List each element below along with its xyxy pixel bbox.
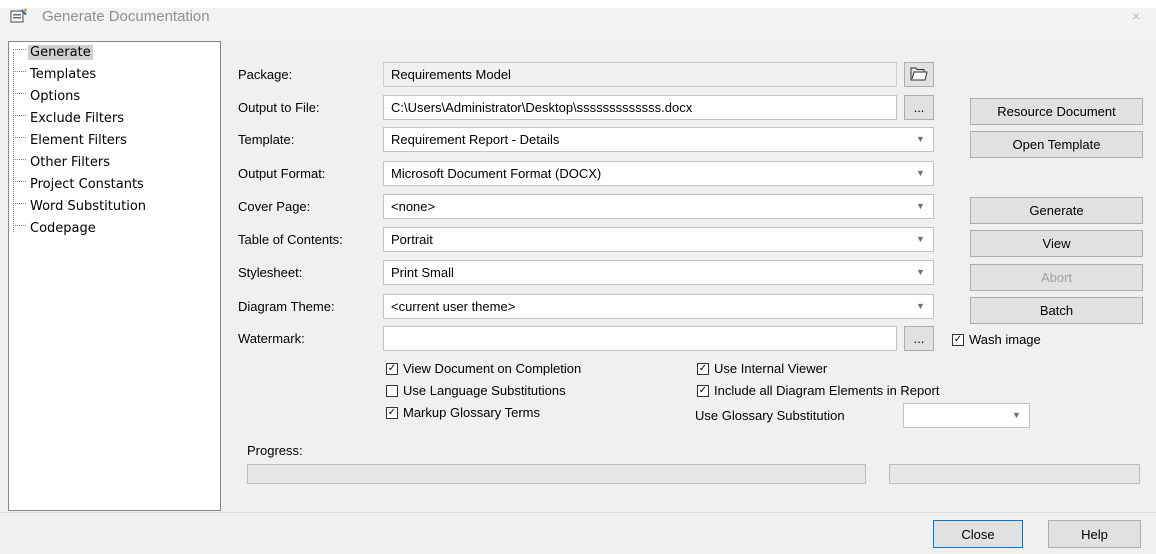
stylesheet-combo[interactable]: Print Small ▼: [383, 260, 934, 285]
checkbox-checked-icon: ✓: [952, 333, 964, 346]
stylesheet-label: Stylesheet:: [238, 265, 303, 280]
tree-item-other-filters[interactable]: Other Filters: [13, 153, 112, 173]
tree-item-project-constants[interactable]: Project Constants: [13, 175, 146, 195]
footer-divider: [0, 512, 1156, 513]
toc-value: Portrait: [391, 232, 433, 247]
tree-item-generate[interactable]: Generate: [13, 43, 93, 63]
chevron-down-icon[interactable]: ▼: [908, 128, 933, 151]
progress-label: Progress:: [247, 443, 303, 458]
close-button[interactable]: Close: [933, 520, 1023, 548]
toc-combo[interactable]: Portrait ▼: [383, 227, 934, 252]
tree-item-element-filters[interactable]: Element Filters: [13, 131, 129, 151]
wizard-icon: [10, 8, 28, 24]
checkbox-checked-icon: ✓: [697, 384, 709, 397]
output-format-value: Microsoft Document Format (DOCX): [391, 166, 602, 181]
watermark-label: Watermark:: [238, 331, 305, 346]
package-label: Package:: [238, 67, 293, 82]
output-format-label: Output Format:: [238, 166, 326, 181]
checkbox-checked-icon: ✓: [697, 362, 709, 375]
internal-viewer-checkbox[interactable]: ✓ Use Internal Viewer: [697, 361, 827, 376]
chevron-down-icon[interactable]: ▼: [1004, 404, 1029, 427]
cover-page-value: <none>: [391, 199, 436, 214]
include-diagram-elements-label: Include all Diagram Elements in Report: [714, 383, 940, 398]
batch-button[interactable]: Batch: [970, 297, 1143, 324]
diagram-theme-label: Diagram Theme:: [238, 299, 335, 314]
view-document-label: View Document on Completion: [403, 361, 582, 376]
diagram-theme-value: <current user theme>: [391, 299, 516, 314]
chevron-down-icon[interactable]: ▼: [908, 228, 933, 251]
template-combo[interactable]: Requirement Report - Details ▼: [383, 127, 934, 152]
chevron-down-icon[interactable]: ▼: [908, 295, 933, 318]
language-substitutions-checkbox[interactable]: Use Language Substitutions: [386, 383, 566, 398]
package-field: Requirements Model: [383, 62, 897, 87]
chevron-down-icon[interactable]: ▼: [908, 195, 933, 218]
tree-item-codepage[interactable]: Codepage: [13, 219, 98, 239]
markup-glossary-label: Markup Glossary Terms: [403, 405, 541, 420]
view-button[interactable]: View: [970, 230, 1143, 257]
checkbox-unchecked-icon: [386, 384, 398, 397]
browse-package-button[interactable]: [904, 62, 934, 87]
resource-document-button[interactable]: Resource Document: [970, 98, 1143, 125]
view-document-checkbox[interactable]: ✓ View Document on Completion: [386, 361, 581, 376]
wash-image-label: Wash image: [969, 332, 1041, 347]
tree-item-word-substitution[interactable]: Word Substitution: [13, 197, 148, 217]
language-substitutions-label: Use Language Substitutions: [403, 383, 566, 398]
include-diagram-elements-checkbox[interactable]: ✓ Include all Diagram Elements in Report: [697, 383, 939, 398]
tree-item-options[interactable]: Options: [13, 87, 82, 107]
abort-button[interactable]: Abort: [970, 264, 1143, 291]
window-title: Generate Documentation: [42, 8, 210, 25]
open-template-button[interactable]: Open Template: [970, 131, 1143, 158]
help-button[interactable]: Help: [1048, 520, 1141, 548]
cover-page-combo[interactable]: <none> ▼: [383, 194, 934, 219]
progress-bar: [247, 464, 866, 484]
output-format-combo[interactable]: Microsoft Document Format (DOCX) ▼: [383, 161, 934, 186]
progress-bar-secondary: [889, 464, 1140, 484]
watermark-input[interactable]: [383, 326, 897, 351]
template-label: Template:: [238, 132, 295, 147]
output-file-input[interactable]: C:\Users\Administrator\Desktop\sssssssss…: [383, 95, 897, 120]
browse-watermark-button[interactable]: ...: [904, 326, 934, 351]
output-file-label: Output to File:: [238, 100, 320, 115]
chevron-down-icon[interactable]: ▼: [908, 162, 933, 185]
template-value: Requirement Report - Details: [391, 132, 560, 147]
navigation-tree[interactable]: Generate Templates Options Exclude Filte…: [8, 41, 221, 511]
checkbox-checked-icon: ✓: [386, 406, 398, 419]
generate-button[interactable]: Generate: [970, 197, 1143, 224]
close-icon[interactable]: ×: [1132, 8, 1140, 24]
folder-icon: [910, 66, 928, 84]
glossary-substitution-combo[interactable]: ▼: [903, 403, 1030, 428]
wash-image-checkbox[interactable]: ✓ Wash image: [952, 332, 1041, 347]
checkbox-checked-icon: ✓: [386, 362, 398, 375]
diagram-theme-combo[interactable]: <current user theme> ▼: [383, 294, 934, 319]
chevron-down-icon[interactable]: ▼: [908, 261, 933, 284]
markup-glossary-checkbox[interactable]: ✓ Markup Glossary Terms: [386, 405, 540, 420]
stylesheet-value: Print Small: [391, 265, 454, 280]
glossary-substitution-label: Use Glossary Substitution: [695, 408, 845, 423]
tree-item-exclude-filters[interactable]: Exclude Filters: [13, 109, 126, 129]
browse-output-file-button[interactable]: ...: [904, 95, 934, 120]
tree-item-templates[interactable]: Templates: [13, 65, 98, 85]
toc-label: Table of Contents:: [238, 232, 343, 247]
internal-viewer-label: Use Internal Viewer: [714, 361, 828, 376]
cover-page-label: Cover Page:: [238, 199, 311, 214]
